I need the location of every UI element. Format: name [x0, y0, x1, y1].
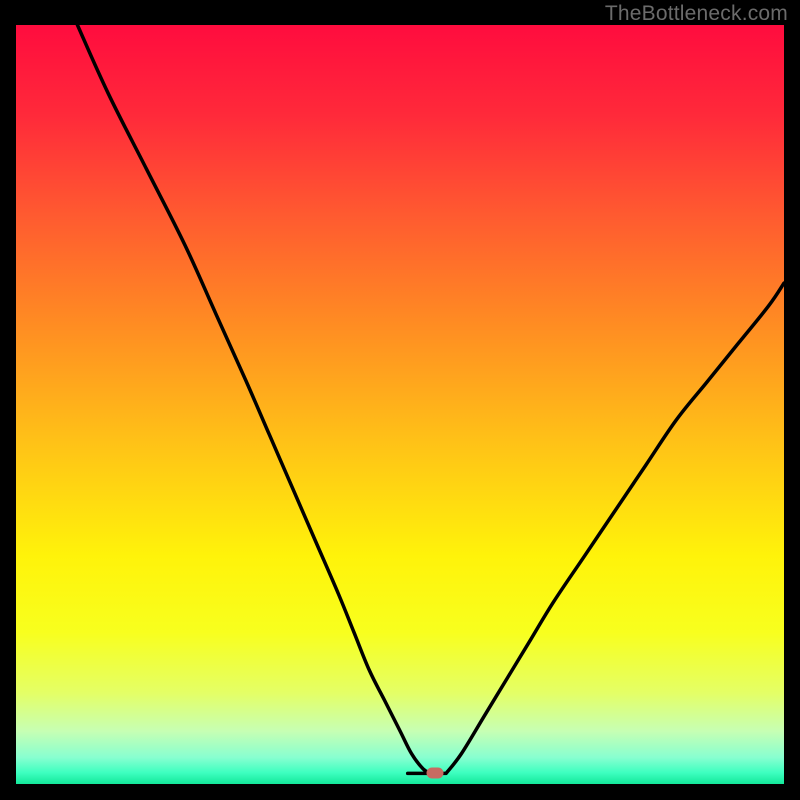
plot-area — [16, 25, 784, 784]
watermark-text: TheBottleneck.com — [605, 2, 788, 26]
bottleneck-curve — [16, 25, 784, 784]
chart-frame: TheBottleneck.com — [0, 0, 800, 800]
optimum-marker — [426, 768, 443, 779]
